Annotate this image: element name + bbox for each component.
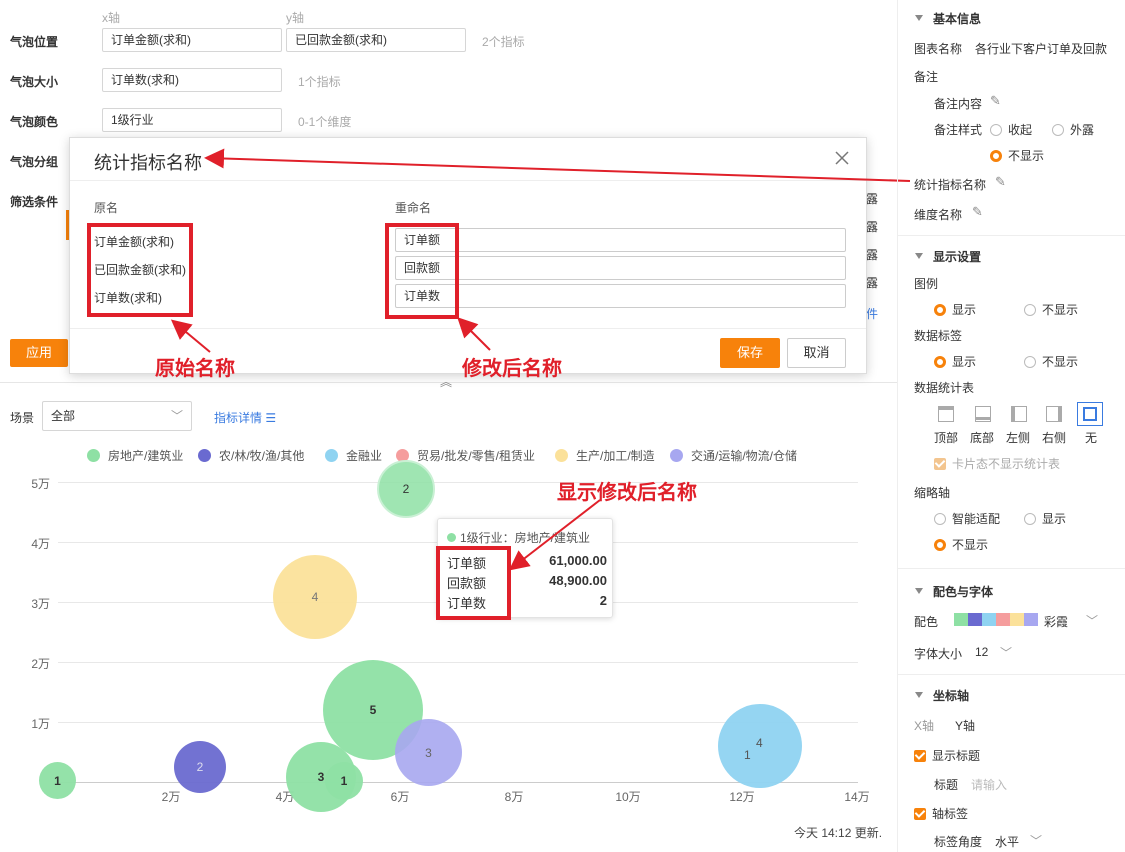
title-input[interactable]: 请输入 xyxy=(971,776,1007,793)
chart-name-value[interactable]: 各行业下客户订单及回款 xyxy=(975,40,1107,57)
color-scheme-name[interactable]: 彩霞 xyxy=(1044,613,1068,630)
pos-bottom: 底部 xyxy=(970,431,995,445)
pos-top: 顶部 xyxy=(934,431,959,445)
axis-ticks-checkbox[interactable]: 轴标签 xyxy=(914,805,968,822)
radio-thumb-auto[interactable]: 智能适配 xyxy=(934,510,1000,527)
pos-left: 左侧 xyxy=(1006,431,1031,445)
metric-name-label: 统计指标名称 xyxy=(914,178,987,192)
data-label-label: 数据标签 xyxy=(914,329,963,343)
radio-datalabel-show[interactable]: 显示 xyxy=(934,353,976,370)
radio-thumb-hide[interactable]: 不显示 xyxy=(934,536,988,553)
chevron-down-icon[interactable]: ﹀ xyxy=(1030,832,1042,849)
font-size-value[interactable]: 12 xyxy=(975,645,988,659)
radio-expose[interactable]: 外露 xyxy=(1052,121,1094,138)
table-right-icon[interactable] xyxy=(1046,406,1062,422)
tick-angle-value[interactable]: 水平 xyxy=(995,833,1019,850)
edit-icon[interactable]: ✎ xyxy=(990,93,1001,109)
section-color-font[interactable]: 配色与字体 xyxy=(915,583,993,600)
pos-none: 无 xyxy=(1085,431,1098,445)
note-style-label: 备注样式 xyxy=(934,123,983,137)
chevron-down-icon[interactable]: ﹀ xyxy=(1000,644,1012,661)
legend-label: 图例 xyxy=(914,277,939,291)
dim-name-label: 维度名称 xyxy=(914,208,963,222)
divider xyxy=(898,235,1125,236)
card-hide-checkbox[interactable]: 卡片态不显示统计表 xyxy=(934,455,1060,472)
table-left-icon[interactable] xyxy=(1011,406,1027,422)
thumb-axis-label: 缩略轴 xyxy=(914,486,951,500)
edit-icon[interactable]: ✎ xyxy=(995,174,1006,190)
tick-angle-label: 标签角度 xyxy=(934,835,983,849)
divider xyxy=(898,674,1125,675)
table-top-icon[interactable] xyxy=(938,406,954,422)
edit-icon[interactable]: ✎ xyxy=(972,204,983,220)
section-basic-info[interactable]: 基本信息 xyxy=(915,10,981,27)
radio-legend-show[interactable]: 显示 xyxy=(934,301,976,318)
chevron-down-icon[interactable]: ﹀ xyxy=(1086,612,1098,629)
divider xyxy=(898,568,1125,569)
tab-x-axis[interactable]: X轴 xyxy=(914,717,934,734)
radio-legend-hide[interactable]: 不显示 xyxy=(1024,301,1078,318)
panel-border xyxy=(897,0,898,852)
title-label: 标题 xyxy=(934,778,959,792)
note-label: 备注 xyxy=(914,70,939,84)
color-palette[interactable] xyxy=(954,613,1038,626)
table-none-icon[interactable] xyxy=(1077,402,1103,426)
section-display-settings[interactable]: 显示设置 xyxy=(915,248,981,265)
radio-collapse[interactable]: 收起 xyxy=(990,121,1032,138)
data-table-label: 数据统计表 xyxy=(914,381,975,395)
tab-y-axis[interactable]: Y轴 xyxy=(955,717,975,734)
note-content-label: 备注内容 xyxy=(934,97,983,111)
pos-right: 右侧 xyxy=(1042,431,1067,445)
section-axis[interactable]: 坐标轴 xyxy=(915,687,969,704)
radio-datalabel-hide[interactable]: 不显示 xyxy=(1024,353,1078,370)
font-size-label: 字体大小 xyxy=(914,647,963,661)
table-bottom-icon[interactable] xyxy=(975,406,991,422)
color-label: 配色 xyxy=(914,615,939,629)
chart-name-label: 图表名称 xyxy=(914,42,963,56)
radio-thumb-show[interactable]: 显示 xyxy=(1024,510,1066,527)
radio-hide-note[interactable]: 不显示 xyxy=(990,147,1044,164)
show-title-checkbox[interactable]: 显示标题 xyxy=(914,747,980,764)
